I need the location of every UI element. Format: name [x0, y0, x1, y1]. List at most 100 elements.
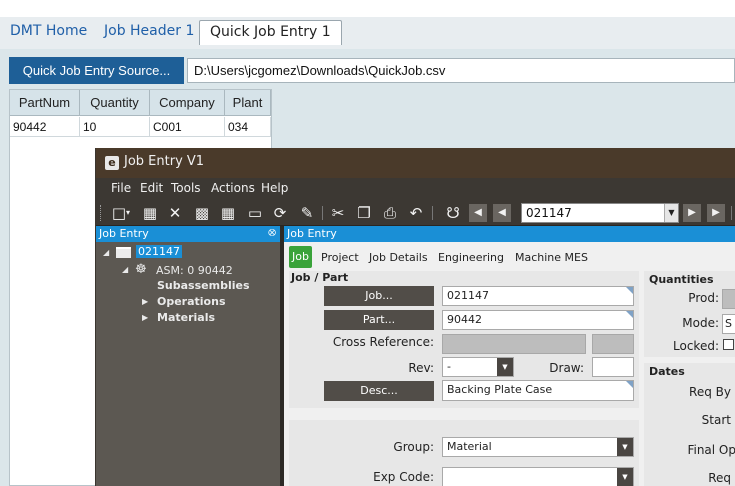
- job-record-combo[interactable]: 021147 ▼: [521, 203, 679, 223]
- tree-node-job[interactable]: 021147: [136, 245, 182, 258]
- job-number-field[interactable]: 021147: [442, 286, 634, 306]
- part-button[interactable]: Part...: [324, 310, 434, 330]
- locked-label: Locked:: [673, 339, 719, 353]
- grid-cell-company[interactable]: C001: [150, 117, 225, 137]
- mode-field[interactable]: S: [722, 314, 735, 334]
- group-dropdown[interactable]: Material ▼: [442, 437, 634, 457]
- tab-machine-mes[interactable]: Machine MES: [515, 251, 588, 264]
- delete-icon[interactable]: ✕: [166, 204, 184, 222]
- toolbar-separator: [432, 206, 433, 220]
- grid-view-icon[interactable]: ▦: [219, 204, 237, 222]
- print-icon[interactable]: ▩: [193, 204, 211, 222]
- tab-job-header[interactable]: Job Header 1: [104, 17, 194, 45]
- column-header-company[interactable]: Company: [150, 90, 225, 116]
- chevron-down-icon[interactable]: ▼: [497, 358, 513, 376]
- quantities-title: Quantities: [649, 273, 714, 286]
- next-record-icon[interactable]: ▶: [683, 204, 701, 222]
- exp-code-label: Exp Code:: [373, 470, 434, 484]
- chevron-down-icon[interactable]: ▼: [664, 204, 678, 222]
- tree-node-materials[interactable]: Materials: [157, 311, 215, 324]
- cut-icon[interactable]: ✂: [329, 204, 347, 222]
- part-number-field[interactable]: 90442: [442, 310, 634, 330]
- paste-icon[interactable]: ⎙: [381, 204, 399, 222]
- previous-record-icon[interactable]: ◀: [493, 204, 511, 222]
- tab-job-details[interactable]: Job Details: [369, 251, 428, 264]
- column-header-plant[interactable]: Plant: [225, 90, 271, 116]
- expand-arrow-icon[interactable]: ▶: [142, 297, 148, 306]
- tree-node-operations[interactable]: Operations: [157, 295, 226, 308]
- tree-node-assembly[interactable]: ASM: 0 90442: [156, 264, 233, 277]
- description-field[interactable]: Backing Plate Case: [442, 380, 634, 401]
- grid-cell-quantity[interactable]: 10: [80, 117, 150, 137]
- tab-quick-job-entry[interactable]: Quick Job Entry 1: [199, 20, 342, 45]
- column-header-partnum[interactable]: PartNum: [10, 90, 80, 116]
- folder-icon: [116, 247, 131, 258]
- field-corner-marker: [626, 381, 633, 388]
- new-dropdown-icon[interactable]: ▾: [123, 204, 133, 222]
- dates-title: Dates: [649, 365, 685, 378]
- tab-project[interactable]: Project: [321, 251, 359, 264]
- rev-value: -: [447, 360, 451, 373]
- menu-edit[interactable]: Edit: [140, 181, 163, 195]
- group-label: Group:: [393, 440, 434, 454]
- tab-engineering[interactable]: Engineering: [438, 251, 504, 264]
- source-path-field[interactable]: D:\Users\jcgomez\Downloads\QuickJob.csv: [187, 58, 735, 83]
- job-pane-header: Job Entry: [284, 226, 735, 242]
- clear-icon[interactable]: ✎: [298, 204, 316, 222]
- app-root: DMT Home Job Header 1 Quick Job Entry 1 …: [0, 0, 735, 486]
- note-icon[interactable]: ▭: [246, 204, 264, 222]
- exp-code-dropdown[interactable]: ▼: [442, 467, 634, 486]
- start-label: Start: [701, 413, 731, 427]
- pin-icon[interactable]: ⭙: [268, 226, 276, 242]
- chevron-down-icon[interactable]: ▼: [617, 438, 633, 456]
- last-record-icon[interactable]: ▶: [707, 204, 725, 222]
- job-entry-window: e Job Entry V1 File Edit Tools Actions H…: [95, 148, 735, 486]
- req-by-label: Req By: [689, 385, 731, 399]
- tab-job[interactable]: Job: [289, 246, 312, 268]
- expand-arrow-icon[interactable]: ▶: [142, 313, 148, 322]
- description-button[interactable]: Desc...: [324, 381, 434, 401]
- refresh-icon[interactable]: ⟳: [271, 204, 289, 222]
- collapse-arrow-icon[interactable]: ◢: [122, 265, 128, 274]
- group-value: Material: [447, 440, 492, 453]
- tab-dmt-home[interactable]: DMT Home: [10, 17, 87, 45]
- job-button[interactable]: Job...: [324, 286, 434, 306]
- save-icon[interactable]: ▦: [141, 204, 159, 222]
- prod-quantity-field: [722, 289, 735, 309]
- job-part-panel: Job / Part Job... 021147 Part... 90442 C…: [289, 271, 639, 408]
- window-titlebar[interactable]: e Job Entry V1: [96, 148, 735, 178]
- menu-help[interactable]: Help: [261, 181, 288, 195]
- tree-pane-header: Job Entry ⭙: [96, 226, 280, 242]
- top-tab-bar: DMT Home Job Header 1 Quick Job Entry 1: [0, 17, 735, 45]
- search-binoculars-icon[interactable]: ☋: [444, 204, 462, 222]
- toolbar-separator: [322, 206, 323, 220]
- prod-label: Prod:: [688, 291, 719, 305]
- chevron-down-icon[interactable]: ▼: [617, 468, 633, 486]
- copy-icon[interactable]: ❐: [355, 204, 373, 222]
- quantities-panel: Quantities Prod: Mode: S Locked:: [644, 271, 735, 357]
- job-number-value: 021147: [447, 289, 489, 302]
- menu-file[interactable]: File: [111, 181, 131, 195]
- menu-actions[interactable]: Actions: [211, 181, 255, 195]
- draw-field[interactable]: [592, 357, 634, 377]
- tree-pane-title: Job Entry: [99, 227, 149, 240]
- menu-tools[interactable]: Tools: [171, 181, 201, 195]
- first-record-icon[interactable]: ◀: [469, 204, 487, 222]
- rev-label: Rev:: [408, 361, 434, 375]
- tree-node-subassemblies[interactable]: Subassemblies: [157, 279, 250, 292]
- req-label: Req: [708, 471, 731, 485]
- cross-reference-label: Cross Reference:: [332, 335, 434, 349]
- column-header-quantity[interactable]: Quantity: [80, 90, 150, 116]
- grid-cell-partnum[interactable]: 90442: [10, 117, 80, 137]
- rev-dropdown[interactable]: - ▼: [442, 357, 514, 377]
- job-group-panel: Group: Material ▼ Exp Code: ▼: [289, 420, 639, 486]
- tree-node-job-label: 021147: [136, 245, 182, 258]
- undo-icon[interactable]: ↶: [407, 204, 425, 222]
- job-subtabs: Job Project Job Details Engineering Mach…: [284, 242, 735, 271]
- app-logo-icon: e: [105, 156, 119, 170]
- quick-job-entry-source-button[interactable]: Quick Job Entry Source...: [9, 57, 184, 84]
- description-value: Backing Plate Case: [447, 383, 553, 396]
- collapse-arrow-icon[interactable]: ◢: [103, 248, 109, 257]
- locked-checkbox[interactable]: [723, 339, 734, 350]
- grid-cell-plant[interactable]: 034: [225, 117, 271, 137]
